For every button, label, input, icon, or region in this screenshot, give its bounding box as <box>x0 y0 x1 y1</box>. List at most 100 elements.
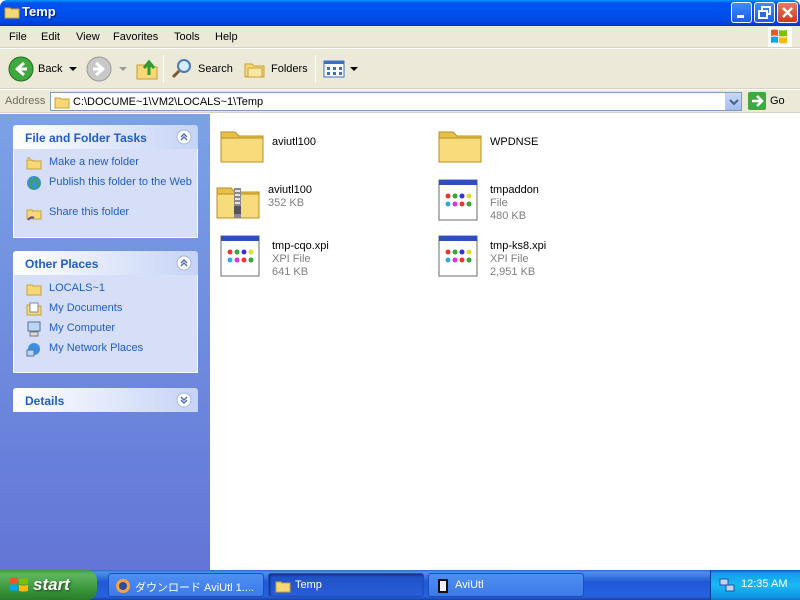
address-dropdown-button[interactable] <box>725 93 741 110</box>
folders-button[interactable]: Folders <box>243 53 308 85</box>
other-places-panel: Other Places LOCALS~1 My Documents My Co… <box>13 251 198 373</box>
file-size: 2,951 KB <box>490 266 536 278</box>
collapse-icon[interactable] <box>176 255 192 271</box>
file-size: 480 KB <box>490 210 527 222</box>
search-label: Search <box>198 63 233 75</box>
toolbar-separator <box>315 55 316 83</box>
close-button[interactable] <box>777 2 798 23</box>
views-button[interactable] <box>322 53 359 85</box>
go-button[interactable]: Go <box>748 92 785 110</box>
clock[interactable]: 12:35 AM <box>741 578 787 590</box>
network-icon[interactable] <box>719 577 735 593</box>
file-item[interactable]: aviutl100 352 KB <box>214 176 424 228</box>
zip-folder-icon <box>216 187 260 219</box>
menu-edit[interactable]: Edit <box>41 31 60 43</box>
folder-icon <box>438 131 482 163</box>
forward-arrow-icon <box>86 56 112 82</box>
search-icon <box>171 59 191 79</box>
file-name: aviutl100 <box>268 184 313 196</box>
film-strip-icon <box>438 579 448 593</box>
forward-button[interactable] <box>86 53 128 85</box>
taskbar-item[interactable]: ダウンロード AviUtl 1.... <box>108 573 264 597</box>
panel-header[interactable]: Details <box>13 388 198 412</box>
publish-folder-link[interactable]: Publish this folder to the Web <box>14 175 197 205</box>
panel-title: Other Places <box>25 257 99 271</box>
close-icon <box>782 7 793 18</box>
new-folder-icon <box>26 156 42 170</box>
windows-logo-icon <box>10 577 28 592</box>
share-folder-icon <box>26 209 42 221</box>
menu-help[interactable]: Help <box>215 31 238 43</box>
menu-file[interactable]: File <box>9 31 27 43</box>
folder-icon <box>220 131 264 163</box>
make-new-folder-link[interactable]: Make a new folder <box>14 155 197 175</box>
back-label: Back <box>38 63 63 75</box>
file-folder-tasks-panel: File and Folder Tasks Make a new folder … <box>13 125 198 238</box>
file-size: 352 KB <box>268 197 305 209</box>
menu-view[interactable]: View <box>76 31 100 43</box>
chevron-down-icon <box>119 67 127 71</box>
file-item[interactable]: WPDNSE <box>436 120 646 172</box>
file-item[interactable]: tmp-cqo.xpi XPI File 641 KB <box>218 232 428 284</box>
my-documents-icon <box>26 302 42 316</box>
share-folder-link[interactable]: Share this folder <box>14 205 197 225</box>
start-label: start <box>33 575 70 594</box>
file-item[interactable]: aviutl100 <box>218 120 428 172</box>
panel-title: Details <box>25 394 65 408</box>
title-bar[interactable]: Temp <box>0 0 800 26</box>
file-list: aviutl100 WPDNSE aviutl100 352 KB tmpadd… <box>210 114 800 570</box>
menu-bar: File Edit View Favorites Tools Help <box>0 26 800 48</box>
details-panel: Details <box>13 388 198 412</box>
taskbar-item[interactable]: Temp <box>268 573 424 597</box>
chevron-down-icon <box>69 67 78 71</box>
start-button[interactable]: start <box>0 570 97 600</box>
menu-tools[interactable]: Tools <box>174 31 200 43</box>
generic-file-icon <box>438 235 478 277</box>
panel-title: File and Folder Tasks <box>25 131 147 145</box>
minimize-button[interactable] <box>731 2 752 23</box>
panel-header[interactable]: File and Folder Tasks <box>13 125 198 149</box>
file-item[interactable]: tmpaddon File 480 KB <box>436 176 646 228</box>
place-locals-link[interactable]: LOCALS~1 <box>14 281 197 301</box>
system-tray: 12:35 AM <box>710 570 800 600</box>
folders-icon <box>244 63 265 78</box>
folder-icon <box>4 7 20 19</box>
generic-file-icon <box>438 179 478 221</box>
panel-header[interactable]: Other Places <box>13 251 198 275</box>
chevron-down-icon <box>729 99 739 106</box>
up-folder-button[interactable] <box>135 53 159 85</box>
place-my-computer-link[interactable]: My Computer <box>14 321 197 341</box>
taskbar-item[interactable]: AviUtl <box>428 573 584 597</box>
task-pane: File and Folder Tasks Make a new folder … <box>0 114 210 570</box>
address-path: C:\DOCUME~1\VM2\LOCALS~1\Temp <box>73 96 264 108</box>
folder-icon <box>54 97 70 109</box>
collapse-icon[interactable] <box>176 129 192 145</box>
folder-icon <box>26 284 42 296</box>
file-name: tmp-cqo.xpi <box>272 240 329 252</box>
back-button[interactable]: Back <box>8 53 78 85</box>
place-my-network-link[interactable]: My Network Places <box>14 341 197 361</box>
minimize-icon <box>737 15 744 18</box>
chevron-down-icon <box>350 67 358 71</box>
place-my-documents-link[interactable]: My Documents <box>14 301 197 321</box>
file-type: XPI File <box>490 253 529 265</box>
generic-file-icon <box>220 235 260 277</box>
address-label: Address <box>5 95 46 107</box>
address-bar: Address C:\DOCUME~1\VM2\LOCALS~1\Temp Go <box>0 90 800 113</box>
restore-icon <box>758 6 771 19</box>
folder-icon <box>275 581 291 593</box>
folders-label: Folders <box>271 63 308 75</box>
go-label: Go <box>770 95 785 107</box>
file-item[interactable]: tmp-ks8.xpi XPI File 2,951 KB <box>436 232 646 284</box>
views-icon <box>323 60 345 78</box>
window-title: Temp <box>22 4 56 19</box>
browser-icon <box>116 579 130 593</box>
address-input[interactable]: C:\DOCUME~1\VM2\LOCALS~1\Temp <box>50 92 742 111</box>
restore-button[interactable] <box>754 2 775 23</box>
windows-logo-icon <box>768 27 792 47</box>
go-arrow-icon <box>748 92 766 110</box>
menu-favorites[interactable]: Favorites <box>113 31 158 43</box>
back-arrow-icon <box>8 56 34 82</box>
expand-icon[interactable] <box>176 392 192 408</box>
search-button[interactable]: Search <box>170 53 233 85</box>
